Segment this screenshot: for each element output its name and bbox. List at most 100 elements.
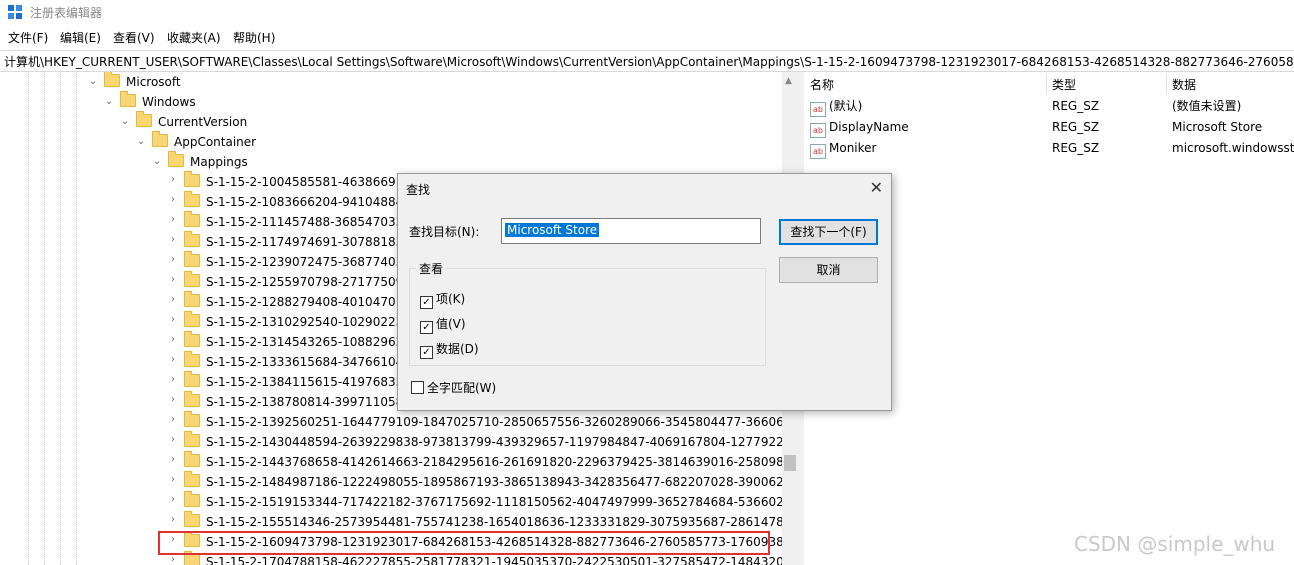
chevron-right-icon[interactable]: › [168, 214, 178, 225]
chevron-right-icon[interactable]: › [168, 294, 178, 305]
chevron-down-icon[interactable]: ⌄ [136, 136, 146, 147]
tree-node-mapping[interactable]: S-1-15-2-1384115615-419768356 [184, 371, 411, 392]
chevron-right-icon[interactable]: › [168, 194, 178, 205]
string-value-icon: ab [810, 123, 826, 138]
chevron-right-icon[interactable]: › [168, 494, 178, 505]
column-header-type[interactable]: 类型 [1052, 76, 1076, 93]
tree-node-mapping[interactable]: S-1-15-2-1333615684-347661041 [184, 351, 411, 372]
chevron-right-icon[interactable]: › [168, 274, 178, 285]
folder-icon [184, 451, 200, 467]
tree-node-mapping[interactable]: S-1-15-2-1174974691-307881837 [184, 231, 411, 252]
tree-node-label: S-1-15-2-1333615684-347661041 [206, 355, 411, 369]
menu-bar: 文件(F) 编辑(E) 查看(V) 收藏夹(A) 帮助(H) [0, 26, 1294, 48]
tree-node-mapping[interactable]: S-1-15-2-138780814-3997110584 [184, 391, 411, 412]
value-row[interactable]: ab (默认) [810, 96, 862, 117]
folder-icon [184, 271, 200, 287]
tree-node-label: S-1-15-2-1704788158-462227855-2581778321… [206, 555, 782, 565]
cancel-button[interactable]: 取消 [779, 257, 878, 283]
chevron-down-icon[interactable]: ⌄ [88, 76, 98, 87]
tree-node-mapping[interactable]: S-1-15-2-1239072475-368774031 [184, 251, 411, 272]
folder-icon [184, 391, 200, 407]
value-type: REG_SZ [1052, 99, 1100, 113]
chevron-right-icon[interactable]: › [168, 514, 178, 525]
folder-icon [184, 311, 200, 327]
chevron-right-icon[interactable]: › [168, 554, 178, 565]
chevron-right-icon[interactable]: › [168, 414, 178, 425]
tree-node-mapping[interactable]: S-1-15-2-111457488-3685470335 [184, 211, 411, 232]
chevron-right-icon[interactable]: › [168, 354, 178, 365]
tree-node-currentversion[interactable]: CurrentVersion [136, 111, 247, 132]
column-divider[interactable] [1046, 74, 1047, 94]
tree-node-appcontainer[interactable]: AppContainer [152, 131, 256, 152]
scrollbar-thumb[interactable] [784, 455, 796, 471]
tree-node-mapping[interactable]: S-1-15-2-1484987186-1222498055-189586719… [184, 471, 782, 492]
checkbox-values[interactable]: ✓ 值(V) [420, 315, 466, 334]
look-at-group: 查看 ✓ 项(K) ✓ 值(V) ✓ 数据(D) [409, 260, 766, 366]
tree-node-windows[interactable]: Windows [120, 91, 196, 112]
folder-icon [184, 211, 200, 227]
find-next-button[interactable]: 查找下一个(F) [779, 219, 878, 245]
tree-node-mapping[interactable]: S-1-15-2-1519153344-717422182-3767175692… [184, 491, 782, 512]
menu-help[interactable]: 帮助(H) [233, 29, 275, 46]
checkbox-data[interactable]: ✓ 数据(D) [420, 340, 479, 359]
highlight-box [158, 531, 770, 555]
chevron-down-icon[interactable]: ⌄ [152, 156, 162, 167]
chevron-right-icon[interactable]: › [168, 374, 178, 385]
tree-node-mappings[interactable]: Mappings [168, 151, 248, 172]
tree-node-mapping[interactable]: S-1-15-2-1083666204-94104884-4 [184, 191, 416, 212]
tree-node-mapping[interactable]: S-1-15-2-155514346-2573954481-755741238-… [184, 511, 782, 532]
address-bar[interactable]: 计算机\HKEY_CURRENT_USER\SOFTWARE\Classes\L… [0, 50, 1294, 72]
tree-node-mapping[interactable]: S-1-15-2-1314543265-108829628 [184, 331, 411, 352]
folder-icon [184, 371, 200, 387]
regedit-app-icon [8, 5, 22, 19]
menu-favorites[interactable]: 收藏夹(A) [167, 29, 221, 46]
tree-node-label: S-1-15-2-1392560251-1644779109-184702571… [206, 415, 782, 429]
find-target-input[interactable]: Microsoft Store [501, 218, 761, 244]
checkbox-keys[interactable]: ✓ 项(K) [420, 290, 465, 309]
tree-node-mapping[interactable]: S-1-15-2-1430448594-2639229838-973813799… [184, 431, 782, 452]
menu-file[interactable]: 文件(F) [8, 29, 48, 46]
tree-node-mapping[interactable]: S-1-15-2-1288279408-401047012 [184, 291, 411, 312]
close-icon[interactable]: ✕ [870, 178, 883, 197]
tree-node-mapping[interactable]: S-1-15-2-1255970798-271775098 [184, 271, 411, 292]
column-header-data[interactable]: 数据 [1172, 76, 1196, 93]
folder-icon [184, 331, 200, 347]
chevron-right-icon[interactable]: › [168, 314, 178, 325]
tree-node-mapping[interactable]: S-1-15-2-1310292540-102902233 [184, 311, 411, 332]
menu-view[interactable]: 查看(V) [113, 29, 155, 46]
tree-node-label: S-1-15-2-1004585581-463866918 [206, 175, 411, 189]
folder-icon [184, 251, 200, 267]
tree-node-mapping[interactable]: S-1-15-2-1392560251-1644779109-184702571… [184, 411, 782, 432]
column-divider[interactable] [1166, 74, 1167, 94]
checkbox-match-whole[interactable]: 全字匹配(W) [411, 379, 496, 396]
folder-icon [184, 431, 200, 447]
tree-node-mapping[interactable]: S-1-15-2-1004585581-463866918 [184, 171, 411, 192]
tree-node-label: S-1-15-2-1430448594-2639229838-973813799… [206, 435, 782, 449]
look-at-title: 查看 [416, 260, 447, 277]
tree-node-label: S-1-15-2-1314543265-108829628 [206, 335, 411, 349]
chevron-right-icon[interactable]: › [168, 394, 178, 405]
chevron-right-icon[interactable]: › [168, 254, 178, 265]
chevron-down-icon[interactable]: ⌄ [120, 116, 130, 127]
folder-icon [184, 351, 200, 367]
chevron-right-icon[interactable]: › [168, 434, 178, 445]
value-row[interactable]: ab Moniker [810, 138, 876, 159]
value-row[interactable]: ab DisplayName [810, 117, 909, 138]
scroll-up-icon[interactable]: ▲ [785, 76, 792, 86]
folder-icon [152, 131, 168, 147]
chevron-right-icon[interactable]: › [168, 174, 178, 185]
tree-guide-line [60, 72, 61, 565]
tree-node-mapping[interactable]: S-1-15-2-1443768658-4142614663-218429561… [184, 451, 782, 472]
tree-node-label: S-1-15-2-1519153344-717422182-3767175692… [206, 495, 782, 509]
chevron-right-icon[interactable]: › [168, 234, 178, 245]
tree-node-label: S-1-15-2-1083666204-94104884-4 [206, 195, 416, 209]
chevron-right-icon[interactable]: › [168, 474, 178, 485]
checkbox-unchecked-icon [411, 381, 424, 394]
menu-edit[interactable]: 编辑(E) [60, 29, 101, 46]
chevron-right-icon[interactable]: › [168, 334, 178, 345]
chevron-down-icon[interactable]: ⌄ [104, 96, 114, 107]
chevron-right-icon[interactable]: › [168, 454, 178, 465]
column-header-name[interactable]: 名称 [810, 76, 834, 93]
folder-icon [104, 72, 120, 87]
tree-node-microsoft[interactable]: Microsoft [104, 72, 181, 92]
